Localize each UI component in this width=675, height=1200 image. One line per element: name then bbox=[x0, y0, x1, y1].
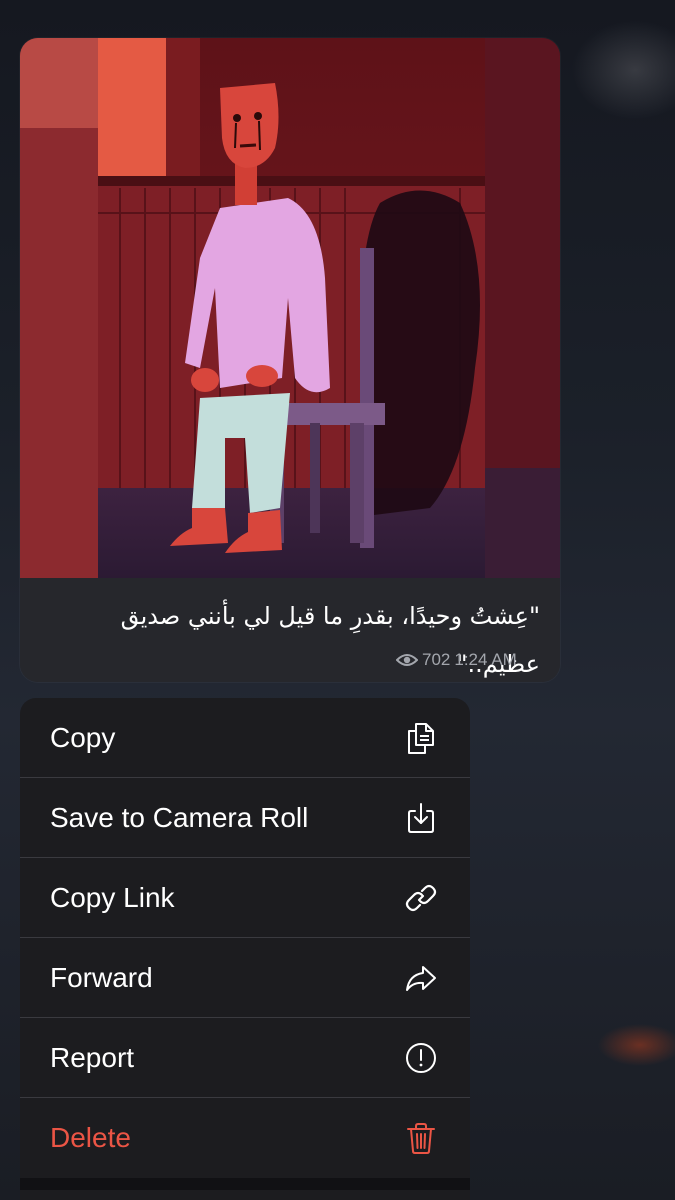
menu-item-save-to-camera-roll[interactable]: Save to Camera Roll bbox=[20, 778, 470, 858]
menu-item-report[interactable]: Report bbox=[20, 1018, 470, 1098]
message-bubble[interactable]: "عِشتُ وحيدًا، بقدرِ ما قيل لي بأنني صدي… bbox=[20, 38, 560, 682]
menu-item-label: Save to Camera Roll bbox=[50, 802, 309, 833]
message-photo[interactable] bbox=[20, 38, 560, 578]
context-menu: Copy Save to Camera Roll Copy Link Forwa… bbox=[20, 698, 470, 1200]
menu-item-label: Report bbox=[50, 1042, 135, 1073]
view-count: 702 bbox=[422, 650, 451, 669]
menu-item-copy[interactable]: Copy bbox=[20, 698, 470, 778]
menu-item-label: Delete bbox=[50, 1122, 131, 1153]
menu-item-label: Copy bbox=[50, 722, 116, 753]
copy-icon bbox=[402, 719, 440, 757]
link-icon bbox=[402, 879, 440, 917]
menu-section-separator bbox=[20, 1178, 470, 1190]
menu-item-label: Copy Link bbox=[50, 882, 175, 913]
exclamation-circle-icon bbox=[402, 1039, 440, 1077]
message-time: 1:24 AM bbox=[454, 650, 517, 669]
menu-item-label: Forward bbox=[50, 962, 153, 993]
menu-item-forward[interactable]: Forward bbox=[20, 938, 470, 1018]
message-caption-area: "عِشتُ وحيدًا، بقدرِ ما قيل لي بأنني صدي… bbox=[20, 578, 560, 682]
message-meta: 702 1:24 AM bbox=[396, 650, 517, 670]
menu-item-copy-link[interactable]: Copy Link bbox=[20, 858, 470, 938]
chat-screen: "عِشتُ وحيدًا، بقدرِ ما قيل لي بأنني صدي… bbox=[0, 0, 675, 1200]
forward-arrow-icon bbox=[402, 959, 440, 997]
eye-icon bbox=[396, 652, 418, 668]
painting-image bbox=[20, 38, 560, 578]
trash-icon bbox=[402, 1119, 440, 1157]
save-download-icon bbox=[402, 799, 440, 837]
menu-item-delete[interactable]: Delete bbox=[20, 1098, 470, 1178]
